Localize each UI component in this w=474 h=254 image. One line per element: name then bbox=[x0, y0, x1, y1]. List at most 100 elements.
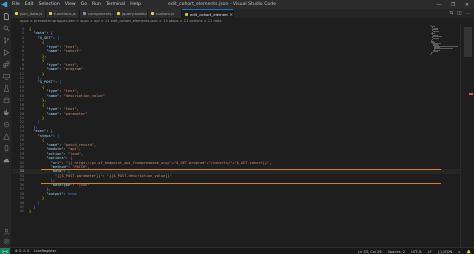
code-token: "patch_record" bbox=[63, 142, 94, 147]
file-type-icon bbox=[49, 12, 52, 15]
source-control-icon[interactable] bbox=[2, 36, 10, 44]
code-token: "type" bbox=[46, 107, 60, 112]
selection-highlight-border bbox=[41, 169, 441, 170]
code-token: "method" bbox=[50, 164, 68, 169]
code-token: "text" bbox=[63, 89, 77, 94]
code-token: , bbox=[48, 187, 51, 192]
api-icon[interactable] bbox=[2, 120, 10, 128]
menu-view[interactable]: View bbox=[65, 2, 76, 7]
menu-help[interactable]: Help bbox=[130, 2, 140, 7]
search-icon[interactable] bbox=[2, 24, 10, 32]
code-token: { bbox=[50, 129, 53, 134]
code-token: "exec" bbox=[33, 129, 47, 134]
feedback-icon[interactable]: ⌂ bbox=[458, 250, 460, 254]
minimap-line bbox=[432, 38, 440, 40]
file-type-icon bbox=[151, 12, 154, 15]
code-token: , bbox=[44, 98, 47, 103]
menu-terminal[interactable]: Terminal bbox=[106, 2, 125, 7]
minimize-button[interactable]: — bbox=[432, 0, 446, 9]
testing-icon[interactable] bbox=[2, 84, 10, 92]
more-actions-icon[interactable]: … bbox=[466, 11, 471, 16]
code-token: , bbox=[52, 178, 55, 183]
tab-3[interactable]: jquery.tabledit.js bbox=[114, 9, 148, 18]
tab-label: edit_cohort_elements.json bbox=[190, 11, 228, 17]
problems-indicator[interactable]: ⊗ 0 ⚠ 0 bbox=[15, 249, 29, 253]
cloud-icon[interactable] bbox=[2, 156, 10, 164]
code-token: [ bbox=[59, 80, 62, 85]
toggle-panel-icon[interactable]: ◫ bbox=[457, 11, 461, 16]
code-token: , bbox=[39, 75, 42, 80]
code-token: } bbox=[41, 196, 45, 201]
code-token: { bbox=[41, 40, 45, 45]
activity-bar bbox=[0, 9, 12, 247]
code-token: "description_value" bbox=[63, 93, 105, 98]
menu-selection[interactable]: Selection bbox=[39, 2, 60, 7]
maximize-button[interactable]: ❐ bbox=[446, 0, 460, 9]
code-token: "$_GET" bbox=[37, 35, 53, 40]
docker-icon[interactable] bbox=[2, 108, 10, 116]
gitlens-icon[interactable] bbox=[2, 132, 10, 140]
code-token: } bbox=[33, 205, 36, 209]
remote-explorer-icon[interactable] bbox=[2, 72, 10, 80]
code-token: "$_POST" bbox=[37, 80, 55, 85]
code-token: "{{$_POST.description_value}}" bbox=[106, 173, 172, 178]
code-editor[interactable]: 1{2 "data": {3 "$_GET": [4 {5 "type": "t… bbox=[12, 25, 460, 247]
editor-scrollbar[interactable] bbox=[460, 25, 474, 247]
tab-label: jquery.tabledit.js bbox=[122, 11, 147, 16]
run-debug-icon[interactable] bbox=[2, 48, 10, 56]
code-token: } bbox=[29, 209, 32, 214]
notifications-icon[interactable]: 🔔 bbox=[467, 250, 471, 254]
account-icon[interactable] bbox=[2, 227, 10, 235]
code-token: [ bbox=[67, 169, 71, 174]
files-icon[interactable] bbox=[2, 12, 10, 20]
minimap[interactable] bbox=[430, 25, 460, 55]
close-window-button[interactable]: ✕ bbox=[460, 0, 474, 9]
code-token: } bbox=[41, 116, 45, 120]
live-register-status[interactable]: LiveRegister bbox=[34, 249, 56, 253]
tab-1[interactable]: functions.js bbox=[46, 9, 80, 18]
menu-file[interactable]: File bbox=[12, 2, 20, 7]
code-token: "text" bbox=[63, 62, 77, 67]
database-icon[interactable] bbox=[2, 96, 10, 104]
code-token: "api" bbox=[67, 147, 79, 152]
code-token: , bbox=[35, 124, 38, 129]
language-mode[interactable]: {} JSON bbox=[438, 250, 453, 254]
menu-go[interactable]: Go bbox=[81, 2, 87, 7]
tab-label: custom.js bbox=[156, 11, 175, 16]
close-tab-icon[interactable]: × bbox=[230, 12, 233, 17]
extensions-icon[interactable] bbox=[2, 60, 10, 68]
line-ending[interactable]: LF bbox=[428, 250, 432, 254]
menu-run[interactable]: Run bbox=[92, 2, 101, 7]
menu-edit[interactable]: Edit bbox=[25, 2, 34, 7]
breadcrumb[interactable]: apps > presenter-wrapper-dev > apps > ap… bbox=[12, 18, 474, 25]
cursor-position[interactable]: Ln 33, Col 26 bbox=[358, 250, 382, 254]
code-token: { bbox=[29, 27, 32, 31]
bookmarks-icon[interactable] bbox=[2, 144, 10, 152]
tab-5[interactable]: edit_cohort_elements.json× bbox=[182, 9, 234, 18]
code-token: "parameter" bbox=[63, 111, 88, 116]
encoding[interactable]: UTF-8 bbox=[411, 250, 421, 254]
code-token: "name" bbox=[46, 111, 60, 116]
code-token: "{{ https://pi.sf_endpoint_api_fcompresb… bbox=[65, 160, 270, 165]
indentation[interactable]: Spaces: 2 bbox=[388, 250, 405, 254]
code-token: { bbox=[41, 84, 45, 89]
scrollbar-thumb[interactable] bbox=[464, 27, 472, 57]
code-token: , bbox=[76, 44, 79, 49]
settings-icon[interactable] bbox=[2, 237, 10, 245]
tab-2[interactable]: components.php bbox=[80, 9, 114, 18]
code-token: "dataType" bbox=[50, 182, 73, 187]
remote-indicator[interactable]: >< bbox=[0, 247, 10, 254]
code-token: ] bbox=[37, 200, 40, 205]
split-editor-icon[interactable]: ⇆ bbox=[449, 11, 453, 16]
tab-0[interactable]: json_data.js bbox=[12, 9, 46, 18]
tab-4[interactable]: custom.js bbox=[148, 9, 182, 18]
code-line[interactable]: 42} bbox=[12, 209, 460, 213]
